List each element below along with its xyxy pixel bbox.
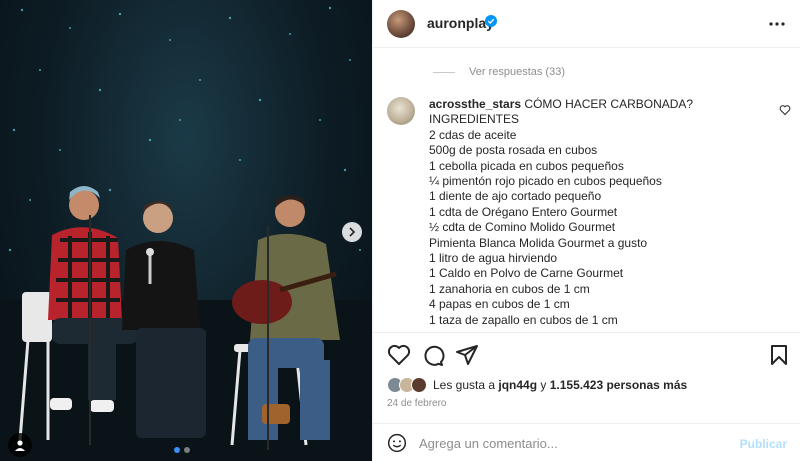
- comment-line: ½ cdta de Comino Molido Gourmet: [429, 220, 616, 235]
- post-actions: [373, 332, 800, 374]
- carousel-dot: [184, 447, 190, 453]
- comment-bubble-icon[interactable]: [421, 343, 445, 367]
- replies-divider: [433, 71, 455, 73]
- liker-avatar: [411, 377, 427, 393]
- comment-line: ¼ pimentón rojo picado en cubos pequeños: [429, 174, 662, 189]
- comment-line: CÓMO HACER CARBONADA?: [524, 97, 694, 111]
- comment-line: 1 taza de zapallo en cubos de 1 cm: [429, 312, 618, 327]
- comment-line: 1 zanahoria en cubos de 1 cm: [429, 281, 590, 296]
- comment-line: 500g de posta rosada en cubos: [429, 143, 598, 158]
- post-details-panel: auronplay Ver respuestas (33) acrossthe_…: [372, 0, 800, 461]
- tagged-users-button[interactable]: [8, 433, 32, 457]
- likes-text: Les gusta a jqn44g y 1.155.423 personas …: [433, 378, 687, 392]
- likes-summary: Les gusta a jqn44g y 1.155.423 personas …: [387, 377, 687, 393]
- add-comment-bar: Publicar: [373, 423, 800, 461]
- author-username[interactable]: auronplay: [427, 15, 494, 31]
- save-bookmark-icon[interactable]: [767, 343, 791, 367]
- author-avatar[interactable]: [387, 10, 415, 38]
- post-image[interactable]: [0, 0, 372, 461]
- view-replies-button[interactable]: Ver respuestas (33): [433, 66, 565, 78]
- more-options-icon[interactable]: [767, 14, 787, 34]
- carousel-indicators: [174, 447, 190, 453]
- comment-line: 1 diente de ajo cortado pequeño: [429, 189, 602, 204]
- next-image-button[interactable]: [342, 222, 362, 242]
- comment-input[interactable]: [419, 432, 719, 454]
- comment-body: acrossthe_stars CÓMO HACER CARBONADA? IN…: [429, 97, 769, 328]
- chevron-right-icon: [349, 227, 356, 237]
- comment-line: INGREDIENTES: [429, 112, 520, 127]
- likes-prefix: Les gusta a: [433, 378, 496, 392]
- comment-line: 1 cebolla picada en cubos pequeños: [429, 158, 624, 173]
- comment-line: 1 Caldo en Polvo de Carne Gourmet: [429, 266, 624, 281]
- comment-line: 1 litro de agua hirviendo: [429, 251, 558, 266]
- liker-username[interactable]: jqn44g: [498, 378, 537, 392]
- comment-line: Pimienta Blanca Molida Gourmet a gusto: [429, 235, 648, 250]
- like-comment-heart-icon[interactable]: [779, 104, 791, 116]
- comments-list[interactable]: Ver respuestas (33) acrossthe_stars CÓMO…: [373, 49, 800, 332]
- likes-middle: y: [540, 378, 547, 392]
- comment-line: 4 papas en cubos de 1 cm: [429, 297, 570, 312]
- commenter-avatar[interactable]: [387, 97, 415, 125]
- concert-photo: [0, 6, 372, 461]
- publish-button[interactable]: Publicar: [740, 437, 787, 451]
- share-send-icon[interactable]: [455, 343, 479, 367]
- comment-line: 1 cdta de Orégano Entero Gourmet: [429, 204, 618, 219]
- emoji-icon[interactable]: [387, 433, 407, 453]
- verified-badge-icon: [485, 15, 497, 27]
- comment-line: 2 cdas de aceite: [429, 127, 517, 142]
- post-date[interactable]: 24 de febrero: [387, 398, 447, 409]
- likes-count[interactable]: 1.155.423 personas más: [550, 378, 687, 392]
- view-replies-label: Ver respuestas (33): [469, 66, 565, 78]
- user-icon: [15, 440, 25, 451]
- commenter-username[interactable]: acrossthe_stars: [429, 97, 521, 111]
- carousel-dot: [174, 447, 180, 453]
- like-heart-icon[interactable]: [387, 343, 411, 367]
- post-header: auronplay: [373, 0, 800, 48]
